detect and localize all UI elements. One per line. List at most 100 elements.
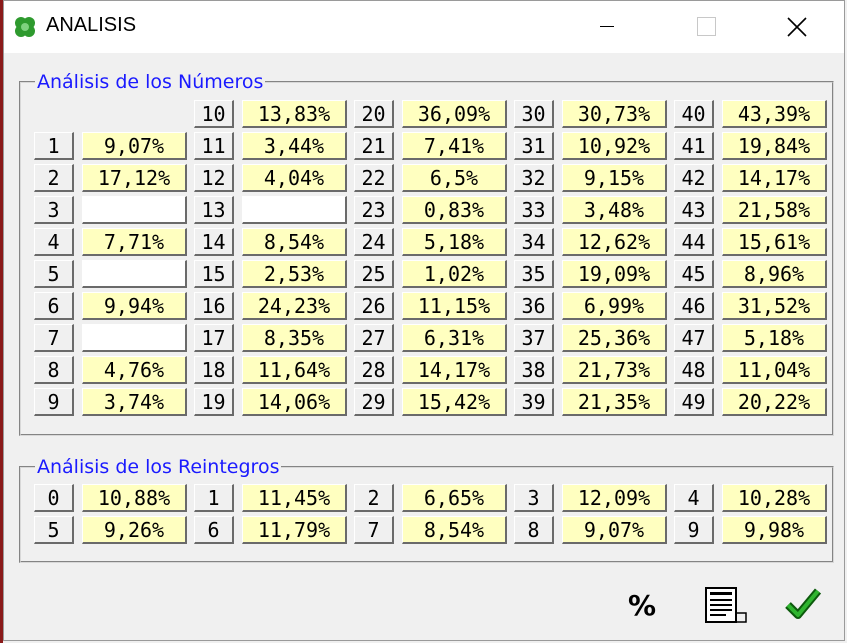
number-percent-12: 4,04% — [242, 164, 347, 192]
analisis-window: ANALISIS Análisis de los Números Análisi… — [3, 0, 845, 641]
number-label-37: 37 — [514, 324, 554, 352]
number-label-42: 42 — [674, 164, 714, 192]
number-label-12: 12 — [194, 164, 234, 192]
number-percent-6: 9,94% — [82, 292, 187, 320]
number-percent-36: 6,99% — [562, 292, 667, 320]
number-percent-43: 21,58% — [722, 196, 827, 224]
window-title: ANALISIS — [46, 14, 137, 36]
number-label-16: 16 — [194, 292, 234, 320]
title-bar: ANALISIS — [4, 1, 844, 53]
number-label-5: 5 — [34, 260, 74, 288]
number-percent-4: 7,71% — [82, 228, 187, 256]
minimize-button[interactable] — [584, 1, 630, 53]
number-label-30: 30 — [514, 100, 554, 128]
number-label-43: 43 — [674, 196, 714, 224]
number-label-31: 31 — [514, 132, 554, 160]
reintegro-label-8: 8 — [514, 516, 554, 544]
number-label-34: 34 — [514, 228, 554, 256]
maximize-button[interactable] — [684, 1, 730, 53]
number-percent-10: 13,83% — [242, 100, 347, 128]
number-label-11: 11 — [194, 132, 234, 160]
reintegro-label-3: 3 — [514, 484, 554, 512]
number-label-15: 15 — [194, 260, 234, 288]
number-percent-42: 14,17% — [722, 164, 827, 192]
clover-app-icon — [15, 17, 35, 37]
reintegro-percent-1: 11,45% — [242, 484, 347, 512]
number-label-1: 1 — [34, 132, 74, 160]
number-percent-33: 3,48% — [562, 196, 667, 224]
number-percent-35: 19,09% — [562, 260, 667, 288]
number-label-33: 33 — [514, 196, 554, 224]
number-percent-28: 14,17% — [402, 356, 507, 384]
maximize-icon — [697, 17, 716, 36]
checkmark-icon — [785, 588, 822, 619]
number-percent-19: 14,06% — [242, 388, 347, 416]
reintegro-percent-6: 11,79% — [242, 516, 347, 544]
number-label-10: 10 — [194, 100, 234, 128]
number-label-45: 45 — [674, 260, 714, 288]
svg-text:%: % — [628, 589, 656, 622]
number-percent-37: 25,36% — [562, 324, 667, 352]
number-label-14: 14 — [194, 228, 234, 256]
close-icon — [787, 17, 807, 37]
number-label-8: 8 — [34, 356, 74, 384]
number-percent-27: 6,31% — [402, 324, 507, 352]
number-label-44: 44 — [674, 228, 714, 256]
number-percent-49: 20,22% — [722, 388, 827, 416]
number-label-24: 24 — [354, 228, 394, 256]
number-label-21: 21 — [354, 132, 394, 160]
percent-button[interactable]: % — [622, 585, 662, 625]
number-percent-18: 11,64% — [242, 356, 347, 384]
number-percent-39: 21,35% — [562, 388, 667, 416]
number-percent-1: 9,07% — [82, 132, 187, 160]
number-label-49: 49 — [674, 388, 714, 416]
number-label-13: 13 — [194, 196, 234, 224]
number-percent-8: 4,76% — [82, 356, 187, 384]
number-percent-47: 5,18% — [722, 324, 827, 352]
number-percent-21: 7,41% — [402, 132, 507, 160]
number-percent-22: 6,5% — [402, 164, 507, 192]
reintegro-label-7: 7 — [354, 516, 394, 544]
number-label-25: 25 — [354, 260, 394, 288]
number-percent-20: 36,09% — [402, 100, 507, 128]
number-percent-24: 5,18% — [402, 228, 507, 256]
number-percent-38: 21,73% — [562, 356, 667, 384]
reintegro-percent-4: 10,28% — [722, 484, 827, 512]
number-percent-13 — [242, 196, 347, 224]
reintegro-label-2: 2 — [354, 484, 394, 512]
number-label-23: 23 — [354, 196, 394, 224]
number-percent-3 — [82, 196, 187, 224]
number-percent-31: 10,92% — [562, 132, 667, 160]
reintegro-label-6: 6 — [194, 516, 234, 544]
number-label-27: 27 — [354, 324, 394, 352]
number-label-4: 4 — [34, 228, 74, 256]
report-button[interactable] — [702, 585, 747, 625]
number-percent-7 — [82, 324, 187, 352]
number-percent-15: 2,53% — [242, 260, 347, 288]
number-label-46: 46 — [674, 292, 714, 320]
number-percent-45: 8,96% — [722, 260, 827, 288]
number-percent-2: 17,12% — [82, 164, 187, 192]
reintegro-label-9: 9 — [674, 516, 714, 544]
number-percent-26: 11,15% — [402, 292, 507, 320]
reintegro-label-4: 4 — [674, 484, 714, 512]
reintegro-percent-3: 12,09% — [562, 484, 667, 512]
number-label-6: 6 — [34, 292, 74, 320]
number-label-9: 9 — [34, 388, 74, 416]
number-label-2: 2 — [34, 164, 74, 192]
accept-button[interactable] — [784, 585, 824, 625]
number-percent-44: 15,61% — [722, 228, 827, 256]
number-label-3: 3 — [34, 196, 74, 224]
close-button[interactable] — [774, 1, 820, 53]
number-percent-5 — [82, 260, 187, 288]
number-percent-23: 0,83% — [402, 196, 507, 224]
number-label-41: 41 — [674, 132, 714, 160]
reintegro-percent-7: 8,54% — [402, 516, 507, 544]
number-label-48: 48 — [674, 356, 714, 384]
number-percent-16: 24,23% — [242, 292, 347, 320]
number-percent-41: 19,84% — [722, 132, 827, 160]
reintegros-analysis-legend: Análisis de los Reintegros — [37, 456, 280, 478]
number-label-18: 18 — [194, 356, 234, 384]
reintegro-percent-8: 9,07% — [562, 516, 667, 544]
report-icon — [705, 587, 747, 623]
